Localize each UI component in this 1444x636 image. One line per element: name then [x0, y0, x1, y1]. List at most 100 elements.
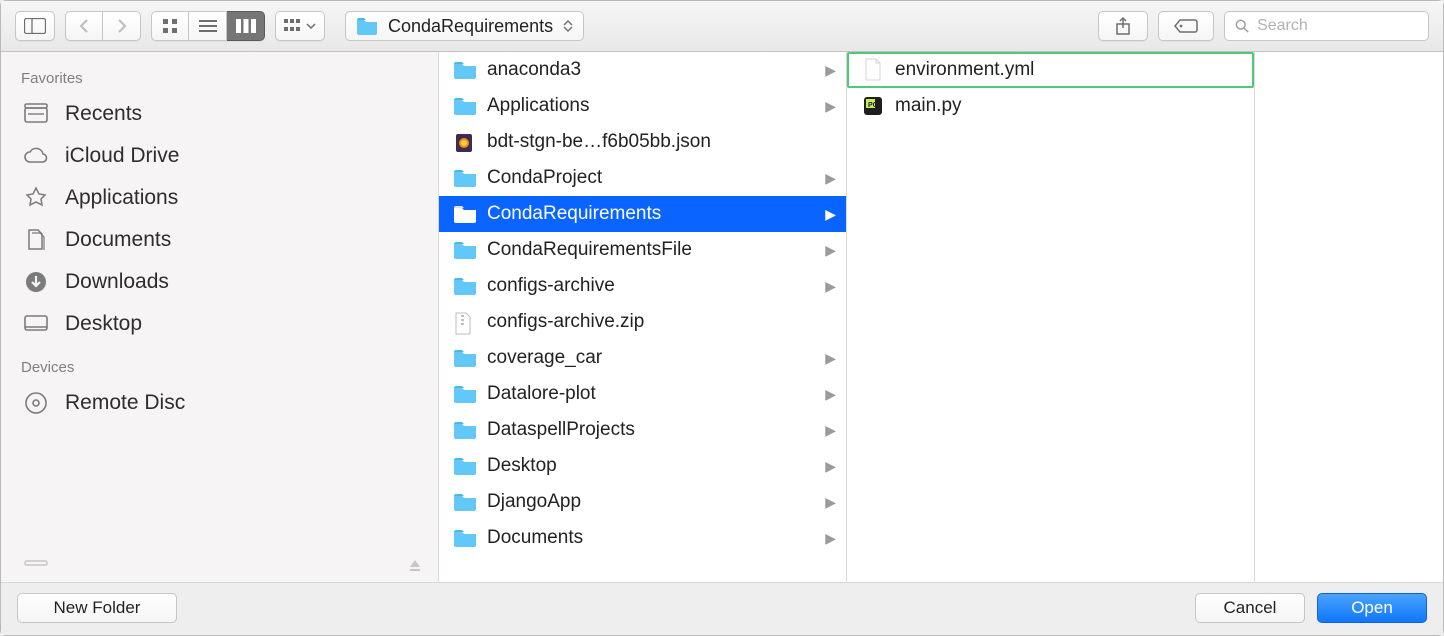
folder-icon — [453, 528, 477, 548]
eject-icon — [408, 558, 422, 572]
list-item[interactable]: anaconda3▶ — [439, 52, 846, 88]
tags-button[interactable] — [1158, 11, 1214, 41]
item-label: Datalore-plot — [487, 383, 815, 405]
list-item[interactable]: Datalore-plot ▶ — [439, 376, 846, 412]
item-label: main.py — [895, 95, 1244, 117]
list-item[interactable]: Applications ▶ — [439, 88, 846, 124]
folder-icon — [453, 348, 477, 368]
share-button[interactable] — [1098, 11, 1148, 41]
share-group — [1098, 11, 1148, 41]
folder-icon — [453, 420, 477, 440]
list-item[interactable]: Documents▶ — [439, 520, 846, 556]
folder-icon — [453, 384, 477, 404]
tag-icon — [1174, 18, 1198, 34]
device-icon — [21, 552, 51, 578]
folder-icon — [453, 96, 477, 116]
group-button[interactable] — [275, 11, 325, 41]
share-icon — [1115, 16, 1131, 36]
column-2[interactable]: environment.yml PC main.py — [847, 52, 1255, 582]
chevron-right-icon: ▶ — [825, 278, 836, 295]
list-item[interactable]: PC main.py — [847, 88, 1254, 124]
sidebar-item-label: Remote Disc — [65, 391, 185, 415]
item-label: environment.yml — [895, 59, 1244, 81]
item-label: bdt-stgn-be…f6b05bb.json — [487, 131, 836, 153]
grid-icon — [162, 18, 178, 34]
documents-icon — [21, 227, 51, 253]
item-label: anaconda3 — [487, 59, 815, 81]
sidebar-toggle-button[interactable] — [15, 11, 55, 41]
sidebar-item-label: iCloud Drive — [65, 144, 179, 168]
browser-main: Favorites Recents iCloud Drive Applicati… — [1, 52, 1443, 582]
sidebar-item-desktop[interactable]: Desktop — [1, 303, 438, 345]
chevron-right-icon: ▶ — [825, 350, 836, 367]
recents-icon — [21, 101, 51, 127]
sidebar-toggle-group — [15, 11, 55, 41]
chevron-right-icon: ▶ — [825, 242, 836, 259]
footer: New Folder Cancel Open — [1, 582, 1443, 635]
view-list-button[interactable] — [189, 11, 227, 41]
column-1[interactable]: anaconda3▶Applications▶bdt-stgn-be…f6b05… — [439, 52, 847, 582]
column-3 — [1255, 52, 1443, 582]
list-item[interactable]: CondaRequirements ▶ — [439, 196, 846, 232]
folder-icon — [453, 168, 477, 188]
group-menu — [275, 11, 325, 41]
list-item[interactable]: coverage_car ▶ — [439, 340, 846, 376]
back-button[interactable] — [65, 11, 103, 41]
sidebar-item-truncated[interactable] — [1, 552, 438, 582]
list-item[interactable]: configs-archive ▶ — [439, 268, 846, 304]
view-columns-button[interactable] — [227, 11, 265, 41]
toolbar: CondaRequirements — [1, 1, 1443, 52]
sidebar-header-devices: Devices — [1, 355, 438, 382]
svg-text:PC: PC — [868, 102, 878, 109]
py-icon: PC — [861, 94, 885, 118]
chevron-right-icon — [117, 18, 127, 34]
search-box[interactable] — [1224, 11, 1429, 41]
item-label: coverage_car — [487, 347, 815, 369]
chevron-down-icon — [306, 23, 316, 29]
list-item[interactable]: CondaRequirementsFile ▶ — [439, 232, 846, 268]
view-icons-button[interactable] — [151, 11, 189, 41]
chevron-right-icon: ▶ — [825, 98, 836, 115]
blank-icon — [861, 58, 885, 82]
list-item[interactable]: DjangoApp▶ — [439, 484, 846, 520]
group-icon — [284, 19, 302, 33]
forward-button[interactable] — [103, 11, 141, 41]
sidebar-item-remote-disc[interactable]: Remote Disc — [1, 382, 438, 424]
chevron-right-icon: ▶ — [825, 206, 836, 223]
disc-icon — [21, 390, 51, 416]
list-item[interactable]: DataspellProjects ▶ — [439, 412, 846, 448]
sidebar-item-documents[interactable]: Documents — [1, 219, 438, 261]
sidebar: Favorites Recents iCloud Drive Applicati… — [1, 52, 439, 582]
chevron-right-icon: ▶ — [825, 422, 836, 439]
sidebar-item-label: Applications — [65, 186, 178, 210]
sidebar-item-label: Documents — [65, 228, 171, 252]
item-label: CondaRequirements — [487, 203, 815, 225]
sidebar-item-applications[interactable]: Applications — [1, 177, 438, 219]
item-label: Applications — [487, 95, 815, 117]
path-selector[interactable]: CondaRequirements — [345, 11, 584, 41]
zip-icon — [453, 312, 477, 332]
sidebar-item-downloads[interactable]: Downloads — [1, 261, 438, 303]
item-label: DataspellProjects — [487, 419, 815, 441]
item-label: CondaRequirementsFile — [487, 239, 815, 261]
item-label: configs-archive — [487, 275, 815, 297]
list-item[interactable]: Desktop▶ — [439, 448, 846, 484]
sidebar-item-recents[interactable]: Recents — [1, 93, 438, 135]
folder-icon — [453, 60, 477, 80]
cancel-button[interactable]: Cancel — [1195, 593, 1305, 623]
search-input[interactable] — [1257, 17, 1418, 35]
folder-icon — [453, 492, 477, 512]
list-item[interactable]: configs-archive.zip — [439, 304, 846, 340]
item-label: Documents — [487, 527, 815, 549]
sidebar-item-icloud[interactable]: iCloud Drive — [1, 135, 438, 177]
list-item[interactable]: environment.yml — [847, 52, 1254, 88]
list-item[interactable]: CondaProject▶ — [439, 160, 846, 196]
new-folder-button[interactable]: New Folder — [17, 593, 177, 623]
list-item[interactable]: bdt-stgn-be…f6b05bb.json — [439, 124, 846, 160]
item-label: DjangoApp — [487, 491, 815, 513]
sidebar-item-label: Desktop — [65, 312, 142, 336]
open-button[interactable]: Open — [1317, 593, 1427, 623]
folder-icon — [453, 276, 477, 296]
chevron-right-icon: ▶ — [825, 386, 836, 403]
open-dialog-window: CondaRequirements Favorites — [0, 0, 1444, 636]
